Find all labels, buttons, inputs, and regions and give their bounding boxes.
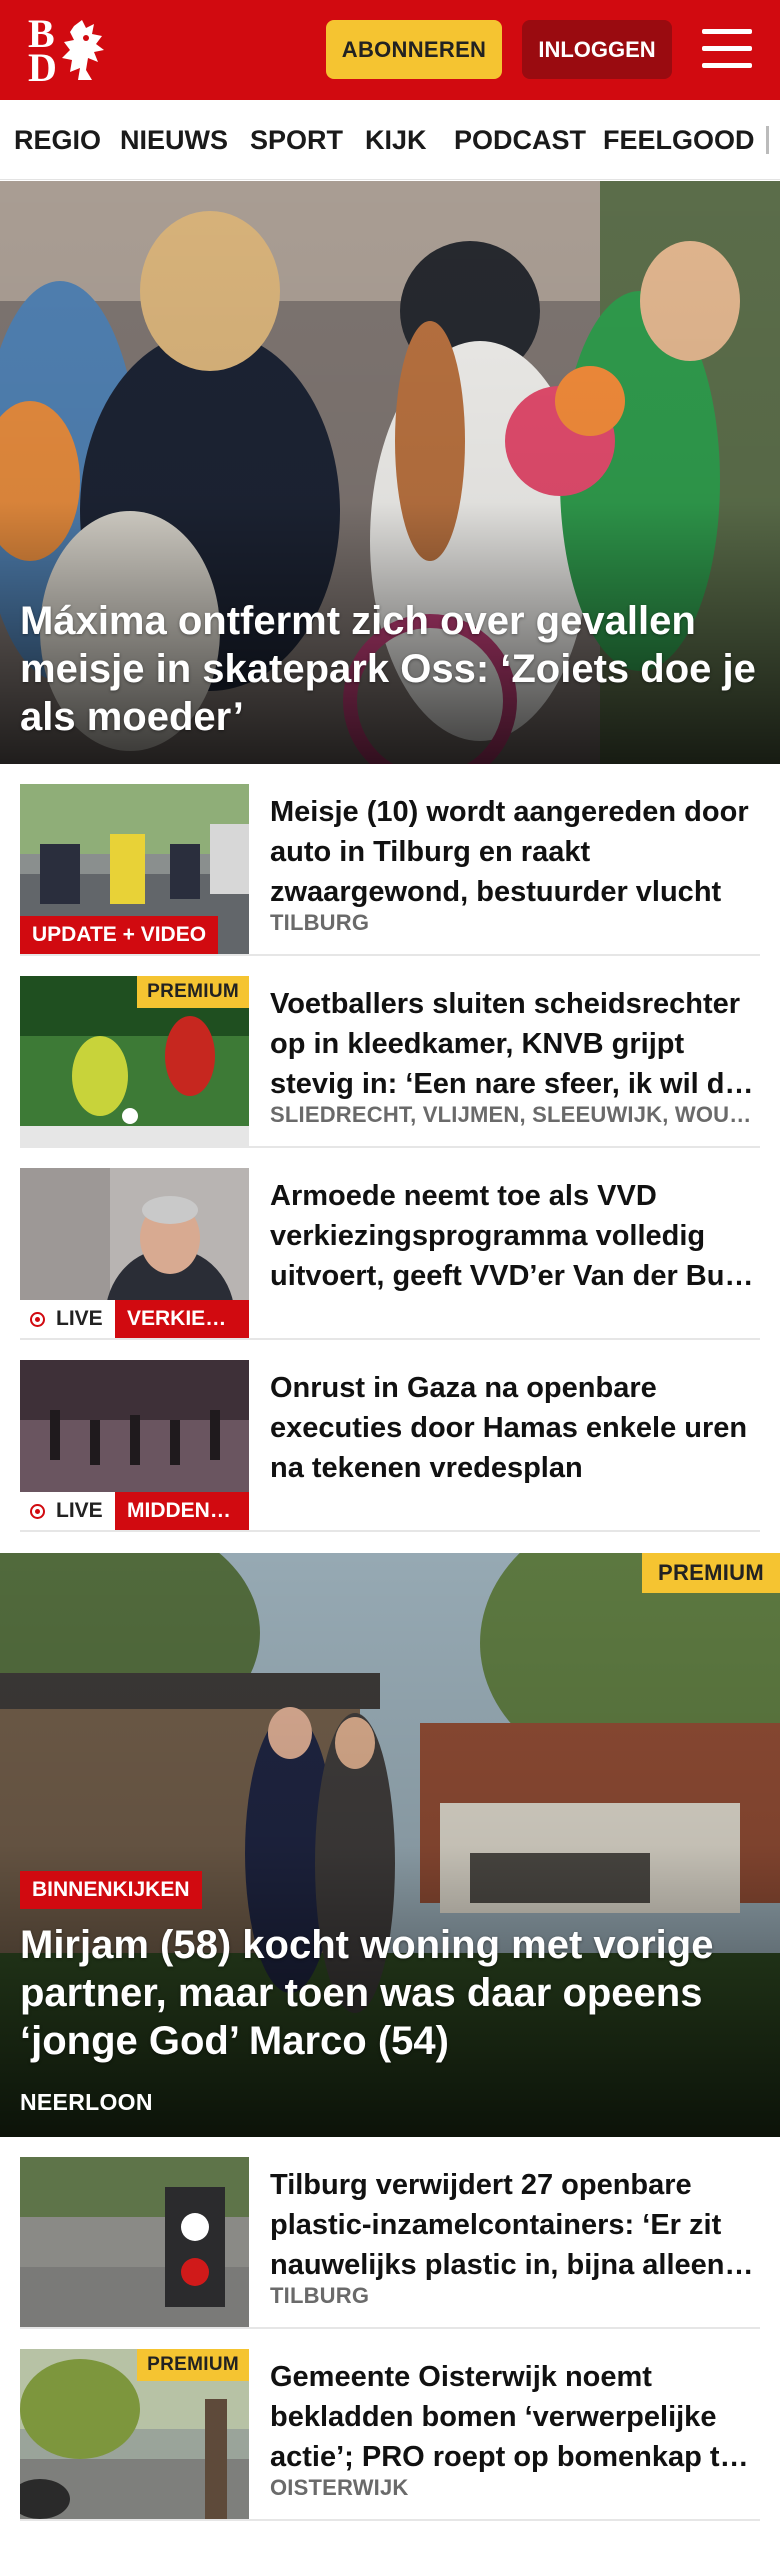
live-dot-icon (30, 1504, 45, 1519)
list-item[interactable]: UPDATE + VIDEO Meisje (10) wordt aangere… (20, 784, 760, 956)
login-button[interactable]: INLOGGEN (522, 20, 672, 79)
feature-article[interactable]: PREMIUM BINNENKIJKEN Mirjam (58) kocht w… (0, 1553, 780, 2137)
nav-item-regio[interactable]: REGIO (14, 100, 101, 179)
hero-title: Máxima ontfermt zich over gevallen meisj… (20, 599, 756, 739)
nav-item-nieuws[interactable]: NIEUWS (120, 100, 228, 179)
article-title: Voetballers sluiten scheidsrechter op in… (270, 988, 743, 1100)
lion-icon (62, 20, 104, 80)
article-location: OISTERWIJK (270, 2475, 409, 2500)
article-title: Onrust in Gaza na openbare executies doo… (270, 1372, 748, 1484)
site-logo[interactable]: B D (26, 14, 116, 90)
article-title: Gemeente Oisterwijk noemt bekladden bome… (270, 2361, 736, 2473)
nav-item-podcast[interactable]: PODCAST (454, 100, 586, 179)
article-title: Meisje (10) wordt aangereden door auto i… (270, 796, 749, 908)
article-tag: MIDDEN-OOSTEN (115, 1492, 249, 1530)
list-item[interactable]: PREMIUM Voetballers sluiten scheidsrecht… (20, 976, 760, 1148)
live-label: LIVE (56, 1307, 103, 1330)
nav-item-kijk[interactable]: KIJK (365, 100, 427, 179)
site-header: B D ABONNEREN INLOGGEN (0, 0, 780, 100)
article-thumbnail: UPDATE + VIDEO (20, 784, 249, 954)
premium-badge: PREMIUM (137, 2349, 249, 2381)
article-tag: VERKIEZINGEN (115, 1300, 249, 1338)
list-item[interactable]: Tilburg verwijdert 27 openbare plastic-i… (20, 2157, 760, 2329)
article-location: TILBURG (270, 2283, 370, 2308)
article-location: SLIEDRECHT, VLIJMEN, SLEEUWIJK, WOUDRICH… (270, 1102, 755, 1127)
live-label: LIVE (56, 1499, 103, 1522)
article-title: Tilburg verwijdert 27 openbare plastic-i… (270, 2169, 725, 2281)
live-dot-icon (30, 1312, 45, 1327)
feature-location: NEERLOON (20, 2089, 153, 2115)
live-indicator: LIVE (20, 1300, 115, 1338)
article-tag: UPDATE + VIDEO (20, 916, 219, 954)
article-thumbnail: PREMIUM (20, 976, 249, 1146)
category-nav: REGIO NIEUWS SPORT KIJK PODCAST FEELGOOD (0, 100, 780, 180)
premium-badge: PREMIUM (642, 1553, 780, 1593)
article-thumbnail: LIVE MIDDEN-OOSTEN (20, 1360, 249, 1530)
live-indicator: LIVE (20, 1492, 115, 1530)
article-thumbnail: LIVE VERKIEZINGEN (20, 1168, 249, 1338)
logo-letter-d: D (28, 45, 57, 90)
nav-item-feelgood[interactable]: FEELGOOD (603, 100, 755, 179)
premium-badge: PREMIUM (137, 976, 249, 1008)
hero-article[interactable]: Máxima ontfermt zich over gevallen meisj… (0, 181, 780, 764)
article-location: TILBURG (270, 910, 370, 935)
article-tag: BINNENKIJKEN (20, 1871, 202, 1909)
list-item[interactable]: PREMIUM Gemeente Oisterwijk noemt beklad… (20, 2349, 760, 2521)
article-thumbnail: PREMIUM (20, 2349, 249, 2519)
nav-item-sport[interactable]: SPORT (250, 100, 343, 179)
menu-icon[interactable] (702, 26, 752, 72)
list-item[interactable]: LIVE VERKIEZINGEN Armoede neemt toe als … (20, 1168, 760, 1340)
article-thumbnail (20, 2157, 249, 2327)
article-title: Armoede neemt toe als VVD verkiezingspro… (270, 1180, 754, 1292)
nav-overflow-indicator (766, 126, 769, 154)
list-item[interactable]: LIVE MIDDEN-OOSTEN Onrust in Gaza na ope… (20, 1360, 760, 1532)
feature-title: Mirjam (58) kocht woning met vorige part… (20, 1923, 714, 2063)
subscribe-button[interactable]: ABONNEREN (326, 20, 502, 79)
